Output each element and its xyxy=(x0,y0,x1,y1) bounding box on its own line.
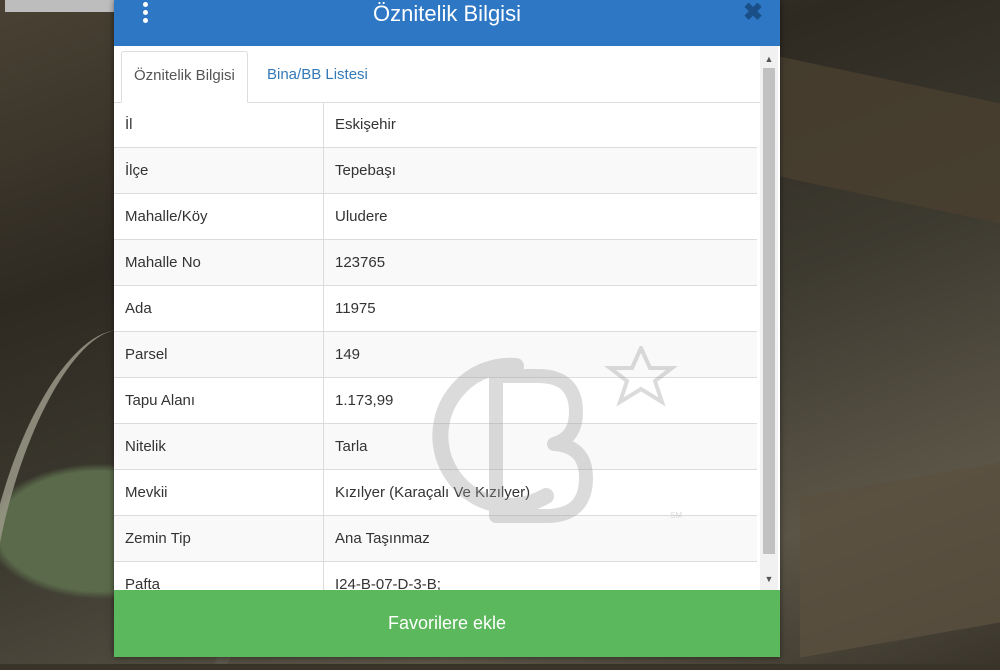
row-key: Parsel xyxy=(114,331,324,378)
table-row: Tapu Alanı 1.173,99 xyxy=(114,377,757,424)
row-key: Mevkii xyxy=(114,469,324,516)
scroll-up-arrow-icon[interactable]: ▲ xyxy=(760,50,778,68)
row-key: Mahalle/Köy xyxy=(114,193,324,240)
tab-building-list[interactable]: Bina/BB Listesi xyxy=(255,51,380,101)
row-value: 1.173,99 xyxy=(323,377,757,424)
row-value: Tarla xyxy=(323,423,757,470)
tab-bar: Öznitelik Bilgisi Bina/BB Listesi xyxy=(114,46,760,103)
table-row: Mevkii Kızılyer (Karaçalı Ve Kızılyer) xyxy=(114,469,757,516)
row-value: 11975 xyxy=(323,285,757,332)
table-row: Parsel 149 xyxy=(114,331,757,378)
row-key: Nitelik xyxy=(114,423,324,470)
table-row: Mahalle/Köy Uludere xyxy=(114,193,757,240)
table-row: Nitelik Tarla xyxy=(114,423,757,470)
row-value: Ana Taşınmaz xyxy=(323,515,757,562)
table-row: İl Eskişehir xyxy=(114,102,757,148)
row-value: Uludere xyxy=(323,193,757,240)
row-value: I24-B-07-D-3-B; xyxy=(323,561,757,590)
attribute-table: İl Eskişehir İlçe Tepebaşı Mahalle/Köy Ulud… xyxy=(114,102,757,590)
add-to-favorites-button[interactable]: Favorilere ekle xyxy=(114,590,780,657)
attribute-info-panel: Öznitelik Bilgisi ✖ Öznitelik Bilgisi Bi… xyxy=(114,0,780,657)
row-key: İl xyxy=(114,102,324,148)
row-key: Pafta xyxy=(114,561,324,590)
row-value: Kızılyer (Karaçalı Ve Kızılyer) xyxy=(323,469,757,516)
table-row: Mahalle No 123765 xyxy=(114,239,757,286)
row-key: İlçe xyxy=(114,147,324,194)
table-row: Pafta I24-B-07-D-3-B; xyxy=(114,561,757,590)
row-key: Ada xyxy=(114,285,324,332)
row-key: Mahalle No xyxy=(114,239,324,286)
vertical-scrollbar[interactable]: ▲ ▼ xyxy=(760,46,778,590)
tab-attribute-info[interactable]: Öznitelik Bilgisi xyxy=(121,51,248,103)
scroll-down-arrow-icon[interactable]: ▼ xyxy=(760,570,778,588)
scrollbar-thumb[interactable] xyxy=(763,68,775,554)
row-value: Tepebaşı xyxy=(323,147,757,194)
table-row: Zemin Tip Ana Taşınmaz xyxy=(114,515,757,562)
table-row: Ada 11975 xyxy=(114,285,757,332)
row-key: Tapu Alanı xyxy=(114,377,324,424)
map-control[interactable] xyxy=(5,0,115,12)
panel-header: Öznitelik Bilgisi ✖ xyxy=(114,0,780,46)
row-value: 123765 xyxy=(323,239,757,286)
row-value: Eskişehir xyxy=(323,102,757,148)
close-icon[interactable]: ✖ xyxy=(742,0,764,26)
table-row: İlçe Tepebaşı xyxy=(114,147,757,194)
row-value: 149 xyxy=(323,331,757,378)
row-key: Zemin Tip xyxy=(114,515,324,562)
panel-title: Öznitelik Bilgisi xyxy=(373,1,521,26)
attribute-table-container[interactable]: İl Eskişehir İlçe Tepebaşı Mahalle/Köy Ulud… xyxy=(114,102,757,590)
